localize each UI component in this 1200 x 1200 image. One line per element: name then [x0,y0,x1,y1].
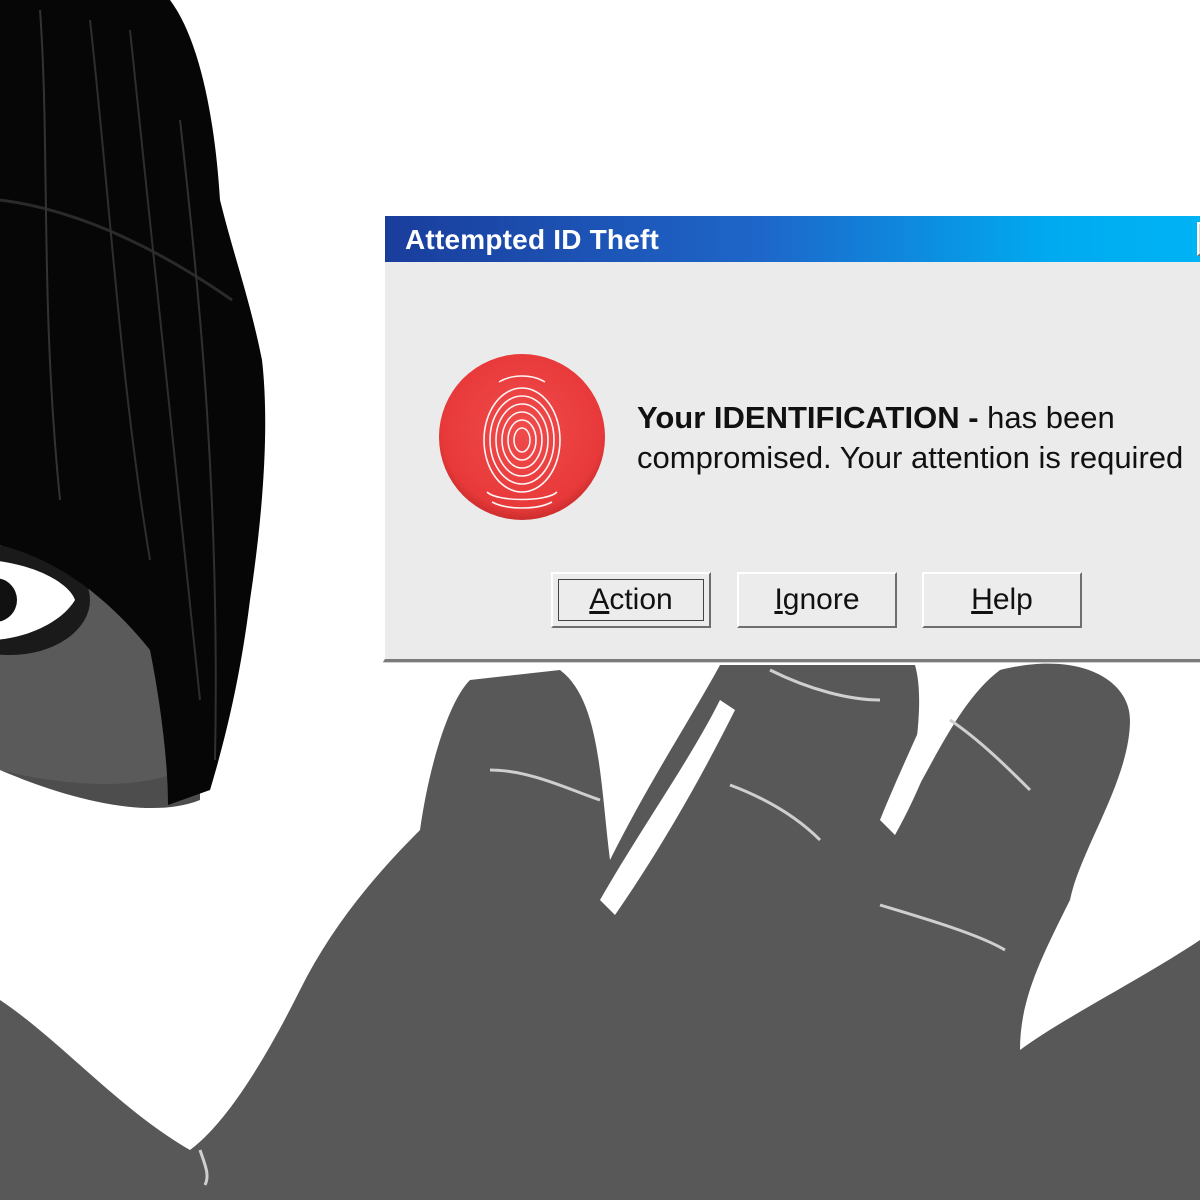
help-label: elp [992,583,1033,616]
alert-message: Your IDENTIFICATION - has been compromis… [637,398,1183,478]
action-button[interactable]: Action [551,572,711,628]
help-button[interactable]: Help [922,572,1082,628]
message-line1: has been [978,400,1115,435]
screen: Attempted ID Theft Your IDENTIFICATION -… [0,0,1200,1200]
dialog-title: Attempted ID Theft [405,224,660,255]
ignore-label: gnore [782,583,860,616]
help-accesskey: H [971,583,993,616]
ignore-button[interactable]: Ignore [737,572,897,628]
message-line2: compromised. Your attention is required [637,440,1184,475]
message-bold: Your IDENTIFICATION - [637,400,979,435]
dialog-titlebar[interactable]: Attempted ID Theft [385,216,1200,262]
ignore-accesskey: I [774,583,783,616]
action-label: ction [609,583,673,616]
fingerprint-icon [439,354,605,520]
action-accesskey: A [589,583,610,616]
alert-dialog: Attempted ID Theft Your IDENTIFICATION -… [383,214,1200,662]
